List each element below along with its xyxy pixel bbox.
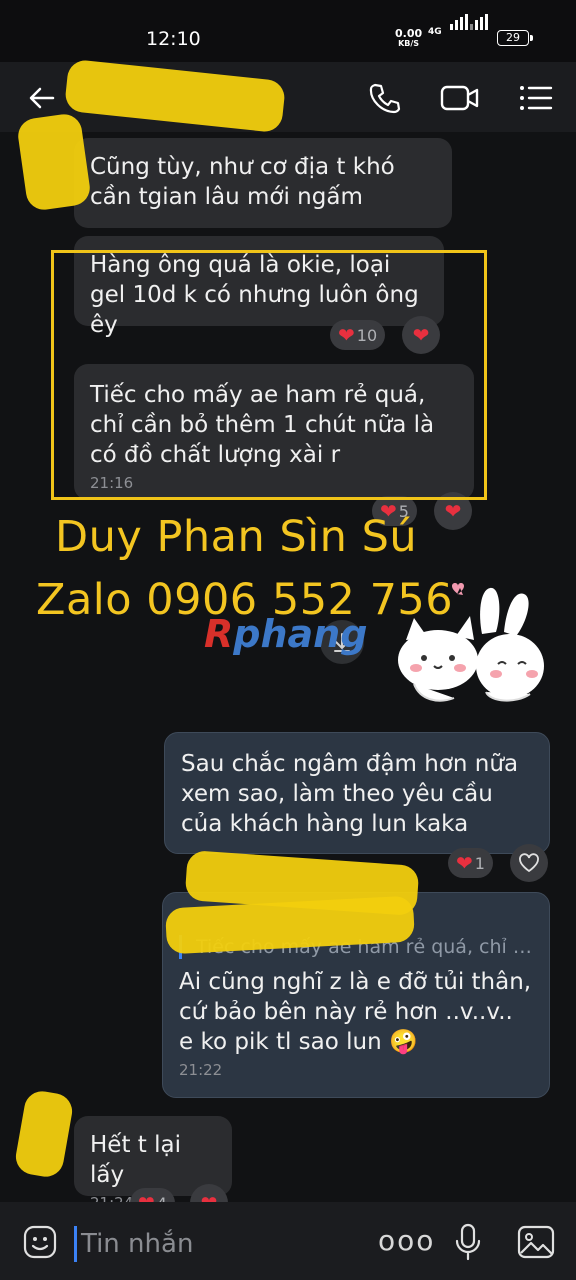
message-text: Sau chắc ngâm đậm hơn nữa xem sao, làm t… — [181, 751, 519, 837]
chat-screen: 12:10 0.00 KB/S 4G 29 Cũng tùy, như cơ đ… — [0, 0, 576, 1280]
redaction-mark — [15, 111, 93, 213]
network-speed-value: 0.00 — [395, 27, 423, 40]
network-speed: 0.00 KB/S — [395, 28, 422, 48]
message-text-body: Ai cũng nghĩ z là e đỡ tủi thân, cứ bảo … — [179, 969, 532, 1055]
heart-icon: ❤ — [456, 851, 473, 875]
message-text: Hết t lại lấy — [90, 1132, 181, 1188]
network-type: 4G — [428, 27, 442, 37]
message-bubble[interactable]: Cũng tùy, như cơ địa t khó cần tgian lâu… — [74, 138, 452, 228]
message-time: 21:22 — [179, 1061, 223, 1079]
status-bar: 12:10 0.00 KB/S 4G 29 — [0, 0, 576, 62]
reaction-number: 1 — [474, 853, 485, 873]
battery-icon: 29 — [497, 30, 533, 46]
highlight-frame — [51, 250, 487, 500]
message-bubble[interactable]: Sau chắc ngâm đậm hơn nữa xem sao, làm t… — [164, 732, 550, 854]
microphone-icon[interactable] — [446, 1220, 490, 1264]
message-input[interactable]: Tin nhắn — [74, 1226, 193, 1262]
phone-icon[interactable] — [360, 74, 408, 122]
emoji-icon[interactable] — [18, 1220, 62, 1264]
heart-outline-icon[interactable] — [510, 844, 548, 882]
message-text: Ai cũng nghĩ z là e đỡ tủi thân, cứ bảo … — [179, 967, 533, 1057]
image-icon[interactable] — [514, 1220, 558, 1264]
watermark-brand-rest: phang — [233, 612, 368, 656]
video-camera-icon[interactable] — [436, 74, 484, 122]
message-input-bar: Tin nhắn ooo — [0, 1202, 576, 1280]
emoji: 🤪 — [389, 1029, 418, 1055]
reaction-count[interactable]: ❤ 1 — [448, 848, 493, 878]
more-options-icon[interactable]: ooo — [378, 1224, 435, 1257]
network-speed-unit: KB/S — [398, 39, 420, 48]
redaction-mark — [13, 1088, 75, 1180]
message-text: Cũng tùy, như cơ địa t khó cần tgian lâu… — [90, 154, 395, 210]
watermark-brand: Rphang — [204, 612, 367, 656]
status-time: 12:10 — [146, 28, 201, 50]
watermark-name: Duy Phan Sìn Sú — [55, 512, 418, 562]
watermark-brand-r: R — [204, 612, 234, 656]
list-menu-icon[interactable] — [512, 74, 560, 122]
